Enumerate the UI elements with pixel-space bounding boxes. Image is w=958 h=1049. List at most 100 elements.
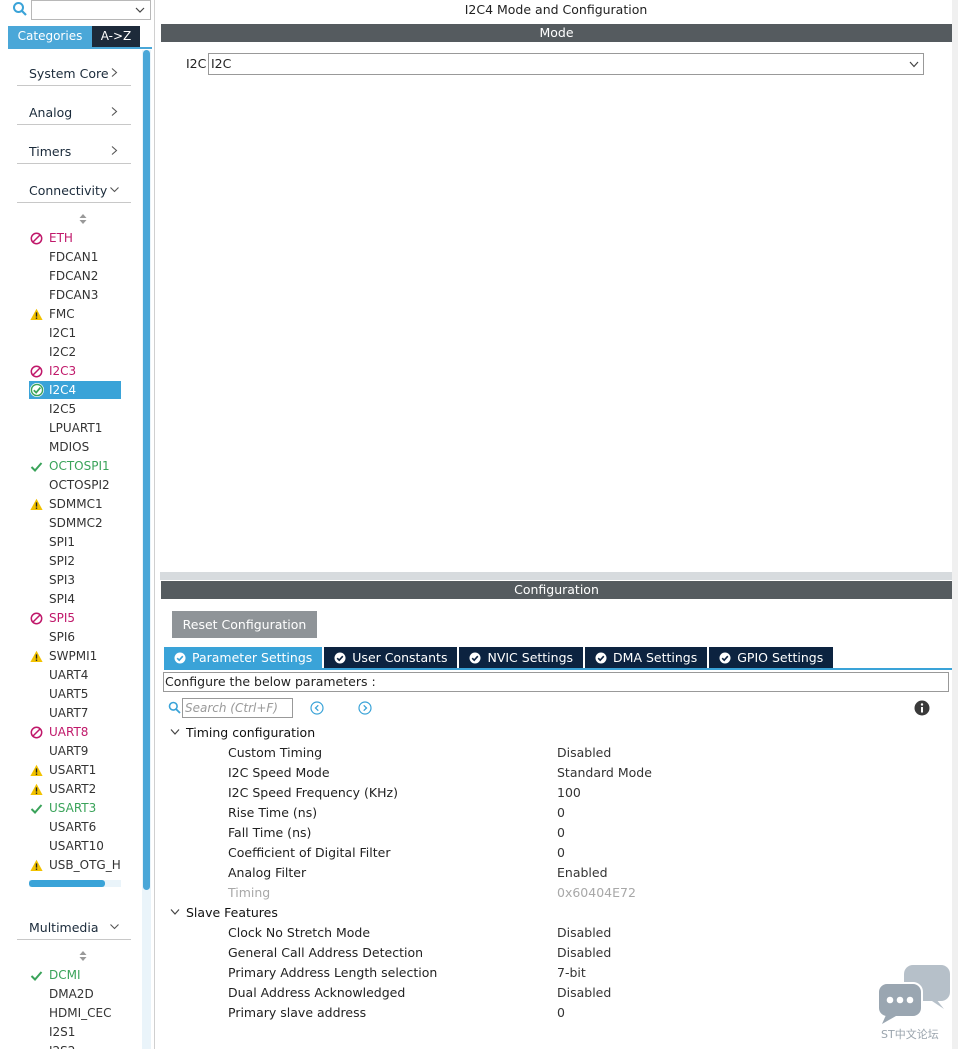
peripheral-item-hdmi-cec[interactable]: HDMI_CEC <box>29 1004 121 1022</box>
peripheral-item-sdmmc2[interactable]: SDMMC2 <box>29 514 121 532</box>
tab-gpio-settings[interactable]: GPIO Settings <box>709 647 834 668</box>
list-hscroll-thumb[interactable] <box>29 880 105 887</box>
peripheral-item-i2c1[interactable]: I2C1 <box>29 324 121 342</box>
tab-a-to-z[interactable]: A->Z <box>92 26 140 47</box>
param-row-timing[interactable]: Timing 0x60404E72 <box>228 885 928 903</box>
peripheral-item-spi4[interactable]: SPI4 <box>29 590 121 608</box>
peripheral-item-sdmmc1[interactable]: SDMMC1 <box>29 495 121 513</box>
peripheral-item-spi3[interactable]: SPI3 <box>29 571 121 589</box>
tab-parameter-settings[interactable]: Parameter Settings <box>164 647 323 668</box>
peripheral-item-eth[interactable]: ETH <box>29 229 121 247</box>
peripheral-name: SDMMC1 <box>49 497 103 511</box>
category-timers[interactable]: Timers <box>17 138 131 164</box>
tab-categories[interactable]: Categories <box>8 26 92 47</box>
param-value[interactable]: Disabled <box>557 945 611 960</box>
peripheral-item-spi5[interactable]: SPI5 <box>29 609 121 627</box>
param-row-primary-address-length-selection[interactable]: Primary Address Length selection 7-bit <box>228 965 928 983</box>
peripheral-item-spi1[interactable]: SPI1 <box>29 533 121 551</box>
info-icon[interactable] <box>914 700 930 716</box>
param-row-analog-filter[interactable]: Analog Filter Enabled <box>228 865 928 883</box>
param-value[interactable]: Disabled <box>557 985 611 1000</box>
param-row-rise-time-ns[interactable]: Rise Time (ns) 0 <box>228 805 928 823</box>
tab-label: DMA Settings <box>613 650 698 665</box>
parameter-search-input[interactable]: Search (Ctrl+F) <box>182 698 293 718</box>
tab-nvic-settings[interactable]: NVIC Settings <box>459 647 584 668</box>
peripheral-item-usart3[interactable]: USART3 <box>29 799 121 817</box>
mode-select[interactable]: I2C <box>208 53 924 75</box>
peripheral-search-combobox[interactable] <box>31 0 151 20</box>
category-analog[interactable]: Analog <box>17 99 131 125</box>
peripheral-item-spi2[interactable]: SPI2 <box>29 552 121 570</box>
peripheral-item-uart8[interactable]: UART8 <box>29 723 121 741</box>
param-value[interactable]: Disabled <box>557 745 611 760</box>
search-icon <box>168 701 181 714</box>
peripheral-item-usb-otg-h[interactable]: USB_OTG_H <box>29 856 121 874</box>
chevron-down-icon <box>909 61 919 68</box>
param-row-custom-timing[interactable]: Custom Timing Disabled <box>228 745 928 763</box>
peripheral-item-lpuart1[interactable]: LPUART1 <box>29 419 121 437</box>
peripheral-item-i2s2[interactable]: I2S2 <box>29 1042 121 1049</box>
peripheral-item-fmc[interactable]: FMC <box>29 305 121 323</box>
param-value[interactable]: 100 <box>557 785 581 800</box>
peripheral-item-i2c4[interactable]: I2C4 <box>29 381 121 399</box>
peripheral-item-fdcan1[interactable]: FDCAN1 <box>29 248 121 266</box>
param-value[interactable]: 7-bit <box>557 965 586 980</box>
param-row-clock-no-stretch-mode[interactable]: Clock No Stretch Mode Disabled <box>228 925 928 943</box>
param-row-primary-slave-address[interactable]: Primary slave address 0 <box>228 1005 928 1023</box>
category-multimedia[interactable]: Multimedia <box>17 914 131 940</box>
peripheral-item-swpmi1[interactable]: SWPMI1 <box>29 647 121 665</box>
category-label: Analog <box>29 105 73 120</box>
peripheral-name: USART3 <box>49 801 97 815</box>
peripheral-item-dcmi[interactable]: DCMI <box>29 966 121 984</box>
peripheral-item-i2s1[interactable]: I2S1 <box>29 1023 121 1041</box>
param-value[interactable]: 0 <box>557 825 565 840</box>
peripheral-item-uart5[interactable]: UART5 <box>29 685 121 703</box>
param-value[interactable]: 0 <box>557 845 565 860</box>
panel-splitter[interactable] <box>160 572 958 580</box>
search-icon[interactable] <box>12 1 28 17</box>
peripheral-item-octospi2[interactable]: OCTOSPI2 <box>29 476 121 494</box>
param-row-general-call-address-detection[interactable]: General Call Address Detection Disabled <box>228 945 928 963</box>
left-scrollbar-thumb[interactable] <box>143 50 150 890</box>
peripheral-item-fdcan3[interactable]: FDCAN3 <box>29 286 121 304</box>
peripheral-item-usart1[interactable]: USART1 <box>29 761 121 779</box>
peripheral-item-uart9[interactable]: UART9 <box>29 742 121 760</box>
param-value[interactable]: 0 <box>557 805 565 820</box>
param-row-i2c-speed-mode[interactable]: I2C Speed Mode Standard Mode <box>228 765 928 783</box>
param-name: Coefficient of Digital Filter <box>228 845 391 860</box>
param-row-coefficient-of-digital-filter[interactable]: Coefficient of Digital Filter 0 <box>228 845 928 863</box>
peripheral-item-i2c5[interactable]: I2C5 <box>29 400 121 418</box>
forum-watermark-text: ST中文论坛 <box>881 1028 939 1041</box>
sort-icon[interactable] <box>78 213 88 225</box>
param-value[interactable]: 0 <box>557 1005 565 1020</box>
param-value[interactable]: Disabled <box>557 925 611 940</box>
peripheral-item-usart6[interactable]: USART6 <box>29 818 121 836</box>
param-value[interactable]: Standard Mode <box>557 765 652 780</box>
param-row-i2c-speed-frequency-khz[interactable]: I2C Speed Frequency (KHz) 100 <box>228 785 928 803</box>
peripheral-item-spi6[interactable]: SPI6 <box>29 628 121 646</box>
peripheral-item-fdcan2[interactable]: FDCAN2 <box>29 267 121 285</box>
sort-icon[interactable] <box>78 950 88 962</box>
peripheral-item-usart10[interactable]: USART10 <box>29 837 121 855</box>
peripheral-item-i2c2[interactable]: I2C2 <box>29 343 121 361</box>
search-previous-icon[interactable] <box>310 701 324 715</box>
param-row-dual-address-acknowledged[interactable]: Dual Address Acknowledged Disabled <box>228 985 928 1003</box>
peripheral-item-dma2d[interactable]: DMA2D <box>29 985 121 1003</box>
right-edge <box>952 0 958 1049</box>
peripheral-item-uart7[interactable]: UART7 <box>29 704 121 722</box>
peripheral-item-mdios[interactable]: MDIOS <box>29 438 121 456</box>
param-value[interactable]: Enabled <box>557 865 608 880</box>
tab-dma-settings[interactable]: DMA Settings <box>585 647 708 668</box>
peripheral-item-usart2[interactable]: USART2 <box>29 780 121 798</box>
peripheral-item-i2c3[interactable]: I2C3 <box>29 362 121 380</box>
category-connectivity[interactable]: Connectivity <box>17 177 131 203</box>
category-system-core[interactable]: System Core <box>17 60 131 86</box>
peripheral-item-octospi1[interactable]: OCTOSPI1 <box>29 457 121 475</box>
tab-user-constants[interactable]: User Constants <box>324 647 458 668</box>
param-row-fall-time-ns[interactable]: Fall Time (ns) 0 <box>228 825 928 843</box>
peripheral-name: FDCAN2 <box>49 269 99 283</box>
peripheral-item-uart4[interactable]: UART4 <box>29 666 121 684</box>
search-next-icon[interactable] <box>358 701 372 715</box>
reset-configuration-button[interactable]: Reset Configuration <box>172 611 317 638</box>
param-name: Primary Address Length selection <box>228 965 438 980</box>
